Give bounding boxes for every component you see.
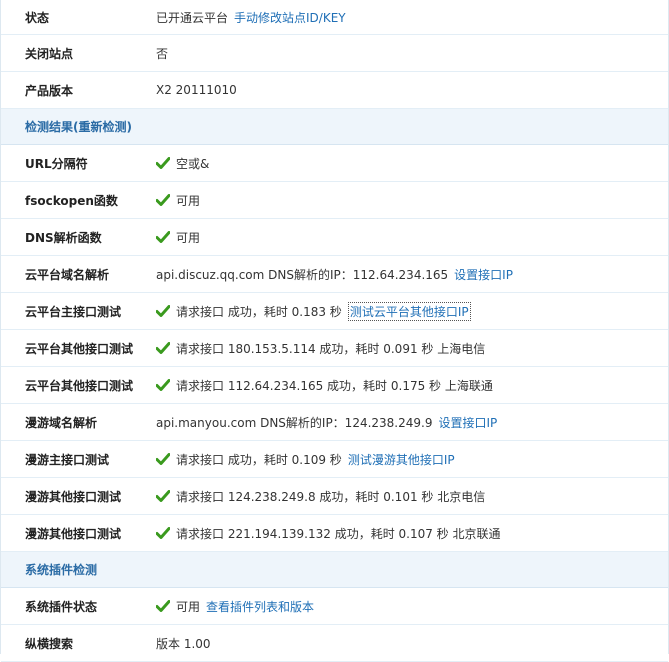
check-icon bbox=[156, 527, 170, 539]
result-row: 云平台域名解析 api.discuz.qq.com DNS解析的IP：112.64… bbox=[1, 256, 668, 293]
result-row: URL分隔符 空或& bbox=[1, 145, 668, 182]
check-icon bbox=[156, 157, 170, 169]
row-label: 系统插件状态 bbox=[25, 599, 98, 614]
row-value: 版本 1.00 bbox=[156, 635, 211, 652]
row-label: 漫游其他接口测试 bbox=[25, 489, 122, 504]
row-label: 云平台其他接口测试 bbox=[25, 378, 134, 393]
row-label: 云平台域名解析 bbox=[25, 267, 110, 282]
section-title: 系统插件检测 bbox=[25, 563, 98, 577]
result-text: api.discuz.qq.com DNS解析的IP：112.64.234.16… bbox=[156, 267, 449, 282]
result-text: 版本 1.00 bbox=[156, 636, 211, 651]
action-link[interactable]: 设置接口IP bbox=[438, 414, 497, 431]
row-value: 请求接口 221.194.139.132 成功，耗时 0.107 秒 北京联通 bbox=[156, 525, 501, 542]
row-value: 已开通云平台 手动修改站点ID/KEY bbox=[156, 9, 346, 26]
site-closed-row: 关闭站点 否 bbox=[1, 35, 668, 72]
result-text: 请求接口 112.64.234.165 成功，耗时 0.175 秒 上海联通 bbox=[176, 378, 493, 393]
row-value: 请求接口 124.238.249.8 成功，耗时 0.101 秒 北京电信 bbox=[156, 488, 485, 505]
row-value: 请求接口 112.64.234.165 成功，耗时 0.175 秒 上海联通 bbox=[156, 377, 493, 394]
result-row: 云平台其他接口测试 请求接口 180.153.5.114 成功，耗时 0.091 … bbox=[1, 330, 668, 367]
action-link[interactable]: 测试漫游其他接口IP bbox=[348, 451, 455, 468]
action-link[interactable]: 设置接口IP bbox=[454, 266, 513, 283]
row-label: 关闭站点 bbox=[25, 46, 74, 61]
row-label: URL分隔符 bbox=[25, 156, 88, 171]
check-icon bbox=[156, 453, 170, 465]
row-label: 漫游域名解析 bbox=[25, 415, 98, 430]
check-results-header: 检测结果(重新检测) bbox=[1, 109, 668, 145]
row-label: 产品版本 bbox=[25, 83, 74, 98]
row-value: 可用 bbox=[156, 192, 200, 209]
row-value: api.discuz.qq.com DNS解析的IP：112.64.234.16… bbox=[156, 266, 513, 283]
result-text: 可用 bbox=[176, 230, 201, 245]
result-text: 可用 bbox=[176, 193, 201, 208]
row-value: X2 20111010 bbox=[156, 83, 237, 97]
result-row: 云平台其他接口测试 请求接口 112.64.234.165 成功，耗时 0.175… bbox=[1, 367, 668, 404]
row-label: 状态 bbox=[25, 10, 50, 25]
result-text: api.manyou.com DNS解析的IP：124.238.249.9 bbox=[156, 415, 433, 430]
result-row: 系统插件状态 可用 查看插件列表和版本 bbox=[1, 588, 668, 625]
row-value: 请求接口 成功，耗时 0.109 秒测试漫游其他接口IP bbox=[156, 451, 455, 468]
status-text: 已开通云平台 bbox=[156, 10, 229, 25]
cloud-diagnostics-panel: 状态 已开通云平台 手动修改站点ID/KEY 关闭站点 否 产品版本 X2 20… bbox=[0, 0, 669, 662]
result-text: 空或& bbox=[176, 156, 210, 171]
check-icon bbox=[156, 342, 170, 354]
edit-site-id-key-link[interactable]: 手动修改站点ID/KEY bbox=[234, 9, 346, 26]
row-label: 漫游其他接口测试 bbox=[25, 526, 122, 541]
result-row: 云平台主接口测试 请求接口 成功，耗时 0.183 秒测试云平台其他接口IP bbox=[1, 293, 668, 330]
result-text: 请求接口 成功，耗时 0.109 秒 bbox=[176, 452, 342, 467]
result-row: 漫游主接口测试 请求接口 成功，耗时 0.109 秒测试漫游其他接口IP bbox=[1, 441, 668, 478]
result-row: 漫游其他接口测试 请求接口 221.194.139.132 成功，耗时 0.107… bbox=[1, 515, 668, 552]
result-row: DNS解析函数 可用 bbox=[1, 219, 668, 256]
row-value: 空或& bbox=[156, 155, 209, 172]
row-value: 请求接口 成功，耗时 0.183 秒测试云平台其他接口IP bbox=[156, 301, 471, 321]
row-label: 云平台其他接口测试 bbox=[25, 341, 134, 356]
result-text: 请求接口 221.194.139.132 成功，耗时 0.107 秒 北京联通 bbox=[176, 526, 501, 541]
result-row: 纵横搜索 版本 1.00 bbox=[1, 625, 668, 662]
result-text: 请求接口 124.238.249.8 成功，耗时 0.101 秒 北京电信 bbox=[176, 489, 486, 504]
check-icon bbox=[156, 194, 170, 206]
row-label: fsockopen函数 bbox=[25, 193, 118, 208]
action-link[interactable]: 查看插件列表和版本 bbox=[206, 598, 314, 615]
check-icon bbox=[156, 490, 170, 502]
row-value: 否 bbox=[156, 46, 169, 61]
row-value: 可用 查看插件列表和版本 bbox=[156, 598, 314, 615]
row-label: 纵横搜索 bbox=[25, 636, 74, 651]
check-icon bbox=[156, 379, 170, 391]
row-label: 漫游主接口测试 bbox=[25, 452, 110, 467]
result-row: 漫游其他接口测试 请求接口 124.238.249.8 成功，耗时 0.101 秒… bbox=[1, 478, 668, 515]
status-row: 状态 已开通云平台 手动修改站点ID/KEY bbox=[1, 0, 668, 35]
result-text: 可用 bbox=[176, 599, 201, 614]
row-label: 云平台主接口测试 bbox=[25, 304, 122, 319]
plugin-check-list: 系统插件状态 可用 查看插件列表和版本纵横搜索 版本 1.00 bbox=[1, 588, 668, 662]
check-icon bbox=[156, 305, 170, 317]
row-value: 请求接口 180.153.5.114 成功，耗时 0.091 秒 上海电信 bbox=[156, 340, 485, 357]
result-text: 请求接口 180.153.5.114 成功，耗时 0.091 秒 上海电信 bbox=[176, 341, 486, 356]
row-value: 可用 bbox=[156, 229, 200, 246]
result-row: fsockopen函数 可用 bbox=[1, 182, 668, 219]
action-link[interactable]: 测试云平台其他接口IP bbox=[347, 301, 471, 321]
result-text: 请求接口 成功，耗时 0.183 秒 bbox=[176, 304, 342, 319]
result-row: 漫游域名解析 api.manyou.com DNS解析的IP：124.238.24… bbox=[1, 404, 668, 441]
row-value: api.manyou.com DNS解析的IP：124.238.249.9 设置接… bbox=[156, 414, 497, 431]
plugin-check-header: 系统插件检测 bbox=[1, 552, 668, 588]
section-title[interactable]: 检测结果(重新检测) bbox=[25, 118, 132, 135]
check-icon bbox=[156, 600, 170, 612]
check-icon bbox=[156, 231, 170, 243]
check-results-list: URL分隔符 空或& fsockopen函数 可用 DNS解析函数 可用 云平台域名解析 ap… bbox=[1, 145, 668, 552]
row-label: DNS解析函数 bbox=[25, 230, 102, 245]
product-version-row: 产品版本 X2 20111010 bbox=[1, 72, 668, 109]
